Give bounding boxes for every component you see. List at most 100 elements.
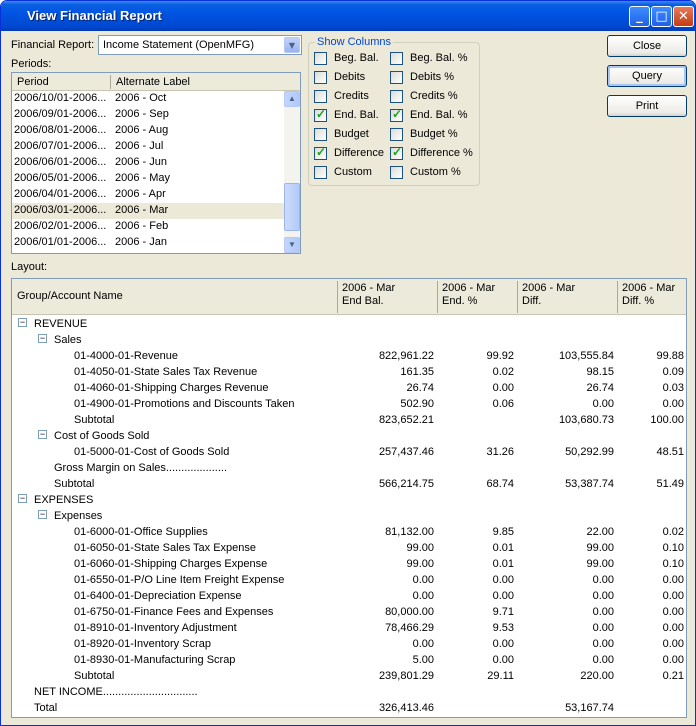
account-name: 01-6550-01-P/O Line Item Freight Expense <box>74 574 285 586</box>
period-row[interactable]: 2006/04/01-2006... 2006 - Apr <box>12 187 300 203</box>
end-bal-cell: 78,466.29 <box>385 622 434 634</box>
query-button[interactable]: Query <box>607 65 687 87</box>
layout-row[interactable]: 01-4060-01-Shipping Charges Revenue 26.74… <box>12 381 686 397</box>
column-header-alternate-label[interactable]: Alternate Label <box>116 76 190 88</box>
layout-row[interactable]: Subtotal 566,214.75 68.74 53,387.74 51.49 <box>12 477 686 493</box>
period-row[interactable]: 2006/01/01-2006... 2006 - Jan <box>12 235 300 251</box>
end-bal-cell: 26.74 <box>406 382 434 394</box>
checkbox-box[interactable] <box>314 71 327 84</box>
checkbox-box[interactable] <box>390 166 403 179</box>
checkbox-box[interactable] <box>314 166 327 179</box>
end-bal-cell: 257,437.46 <box>378 446 434 458</box>
diff-cell: 98.15 <box>586 366 614 378</box>
layout-row[interactable]: 01-4000-01-Revenue 822,961.22 99.92 103,555… <box>12 349 686 365</box>
maximize-icon[interactable]: □ <box>651 6 672 27</box>
column-header-group-account[interactable]: Group/Account Name <box>17 290 123 303</box>
periods-list[interactable]: Period Alternate Label 2006/10/01-2006..… <box>11 72 301 254</box>
layout-row[interactable]: 01-4050-01-State Sales Tax Revenue 161.35… <box>12 365 686 381</box>
checkbox-box[interactable] <box>314 128 327 141</box>
column-header-diff-pct[interactable]: 2006 - Mar Diff. % <box>622 282 675 308</box>
scroll-up-icon[interactable]: ▲ <box>284 91 300 107</box>
layout-row[interactable]: NET INCOME..............................… <box>12 685 686 701</box>
end-pct-cell: 99.92 <box>486 350 514 362</box>
period-row[interactable]: 2006/02/01-2006... 2006 - Feb <box>12 219 300 235</box>
diff-cell: 220.00 <box>580 670 614 682</box>
collapse-icon[interactable]: − <box>18 494 27 503</box>
column-header-period[interactable]: Period <box>17 76 49 88</box>
alternate-label-cell: 2006 - Apr <box>115 188 166 200</box>
close-button[interactable]: Close <box>607 35 687 57</box>
checkbox-label: Difference <box>334 147 384 159</box>
checkbox-box[interactable] <box>390 71 403 84</box>
layout-row[interactable]: 01-6000-01-Office Supplies 81,132.00 9.85 2… <box>12 525 686 541</box>
period-row[interactable]: 2006/07/01-2006... 2006 - Jul <box>12 139 300 155</box>
diff-pct-cell: 0.02 <box>662 526 684 538</box>
alternate-label-cell: 2006 - May <box>115 172 171 184</box>
layout-row[interactable]: 01-4900-01-Promotions and Discounts Take… <box>12 397 686 413</box>
layout-row[interactable]: − EXPENSES <box>12 493 686 509</box>
collapse-icon[interactable]: − <box>18 318 27 327</box>
layout-row[interactable]: 01-6060-01-Shipping Charges Expense 99.00… <box>12 557 686 573</box>
print-button[interactable]: Print <box>607 95 687 117</box>
checkbox-box[interactable] <box>314 145 327 160</box>
layout-row[interactable]: Subtotal 239,801.29 29.11 220.00 0.21 <box>12 669 686 685</box>
account-name: 01-4060-01-Shipping Charges Revenue <box>74 382 269 394</box>
collapse-icon[interactable]: − <box>38 334 47 343</box>
checkbox-box[interactable] <box>390 128 403 141</box>
layout-row[interactable]: 01-6050-01-State Sales Tax Expense 99.00 0… <box>12 541 686 557</box>
account-name: 01-5000-01-Cost of Goods Sold <box>74 446 230 458</box>
layout-row[interactable]: − REVENUE <box>12 317 686 333</box>
layout-row[interactable]: 01-8930-01-Manufacturing Scrap 5.00 0.00 0.… <box>12 653 686 669</box>
account-name: 01-6000-01-Office Supplies <box>74 526 208 538</box>
layout-row[interactable]: 01-6400-01-Depreciation Expense 0.00 0.00 0… <box>12 589 686 605</box>
checkbox-box[interactable] <box>390 107 403 122</box>
layout-row[interactable]: 01-8920-01-Inventory Scrap 0.00 0.00 0.00 0.… <box>12 637 686 653</box>
chevron-down-icon[interactable]: ▼ <box>284 37 300 53</box>
period-row[interactable]: 2006/10/01-2006... 2006 - Oct <box>12 91 300 107</box>
layout-row[interactable]: Gross Margin on Sales...................… <box>12 461 686 477</box>
checkbox-box[interactable] <box>314 52 327 65</box>
end-pct-cell: 68.74 <box>486 478 514 490</box>
layout-row[interactable]: Total 326,413.46 53,167.74 <box>12 701 686 717</box>
scroll-down-icon[interactable]: ▼ <box>284 237 300 253</box>
end-bal-cell: 0.00 <box>412 590 434 602</box>
layout-row[interactable]: Subtotal 823,652.21 103,680.73 100.00 <box>12 413 686 429</box>
collapse-icon[interactable]: − <box>38 430 47 439</box>
period-row[interactable]: 2006/09/01-2006... 2006 - Sep <box>12 107 300 123</box>
financial-report-select[interactable]: Income Statement (OpenMFG) ▼ <box>98 35 302 55</box>
checkbox-box[interactable] <box>314 107 327 122</box>
layout-row[interactable]: 01-8910-01-Inventory Adjustment 78,466.29… <box>12 621 686 637</box>
diff-pct-cell: 0.00 <box>662 638 684 650</box>
column-header-diff[interactable]: 2006 - Mar Diff. <box>522 282 575 308</box>
column-header-end-pct[interactable]: 2006 - Mar End. % <box>442 282 495 308</box>
column-header-end-bal[interactable]: 2006 - Mar End Bal. <box>342 282 395 308</box>
checkbox-box[interactable] <box>390 52 403 65</box>
title-bar[interactable]: View Financial Report _ □ ✕ <box>1 1 695 31</box>
layout-row[interactable]: − Cost of Goods Sold <box>12 429 686 445</box>
period-row[interactable]: 2006/08/01-2006... 2006 - Aug <box>12 123 300 139</box>
period-row[interactable]: 2006/03/01-2006... 2006 - Mar <box>12 203 300 219</box>
account-name: Subtotal <box>74 670 115 682</box>
period-row[interactable]: 2006/05/01-2006... 2006 - May <box>12 171 300 187</box>
layout-row[interactable]: − Expenses <box>12 509 686 525</box>
checkbox-box[interactable] <box>390 90 403 103</box>
end-bal-cell: 566,214.75 <box>378 478 434 490</box>
periods-scrollbar[interactable]: ▲ ▼ <box>284 91 300 253</box>
periods-header: Period Alternate Label <box>12 73 300 91</box>
window-title: View Financial Report <box>27 8 162 23</box>
close-icon[interactable]: ✕ <box>673 6 694 27</box>
minimize-icon[interactable]: _ <box>629 6 650 27</box>
scroll-thumb[interactable] <box>284 183 300 231</box>
period-row[interactable]: 2006/06/01-2006... 2006 - Jun <box>12 155 300 171</box>
collapse-icon[interactable]: − <box>38 510 47 519</box>
layout-row[interactable]: 01-5000-01-Cost of Goods Sold 257,437.46 3… <box>12 445 686 461</box>
layout-tree[interactable]: Group/Account Name 2006 - Mar End Bal. 20… <box>11 278 687 718</box>
layout-row[interactable]: 01-6550-01-P/O Line Item Freight Expense… <box>12 573 686 589</box>
alternate-label-cell: 2006 - Jan <box>115 236 167 248</box>
checkbox-label: Credits <box>334 90 369 102</box>
layout-row[interactable]: 01-6750-01-Finance Fees and Expenses 80,0… <box>12 605 686 621</box>
layout-row[interactable]: − Sales <box>12 333 686 349</box>
checkbox-box[interactable] <box>314 90 327 103</box>
checkbox-box[interactable] <box>390 145 403 160</box>
end-pct-cell: 0.00 <box>492 638 514 650</box>
